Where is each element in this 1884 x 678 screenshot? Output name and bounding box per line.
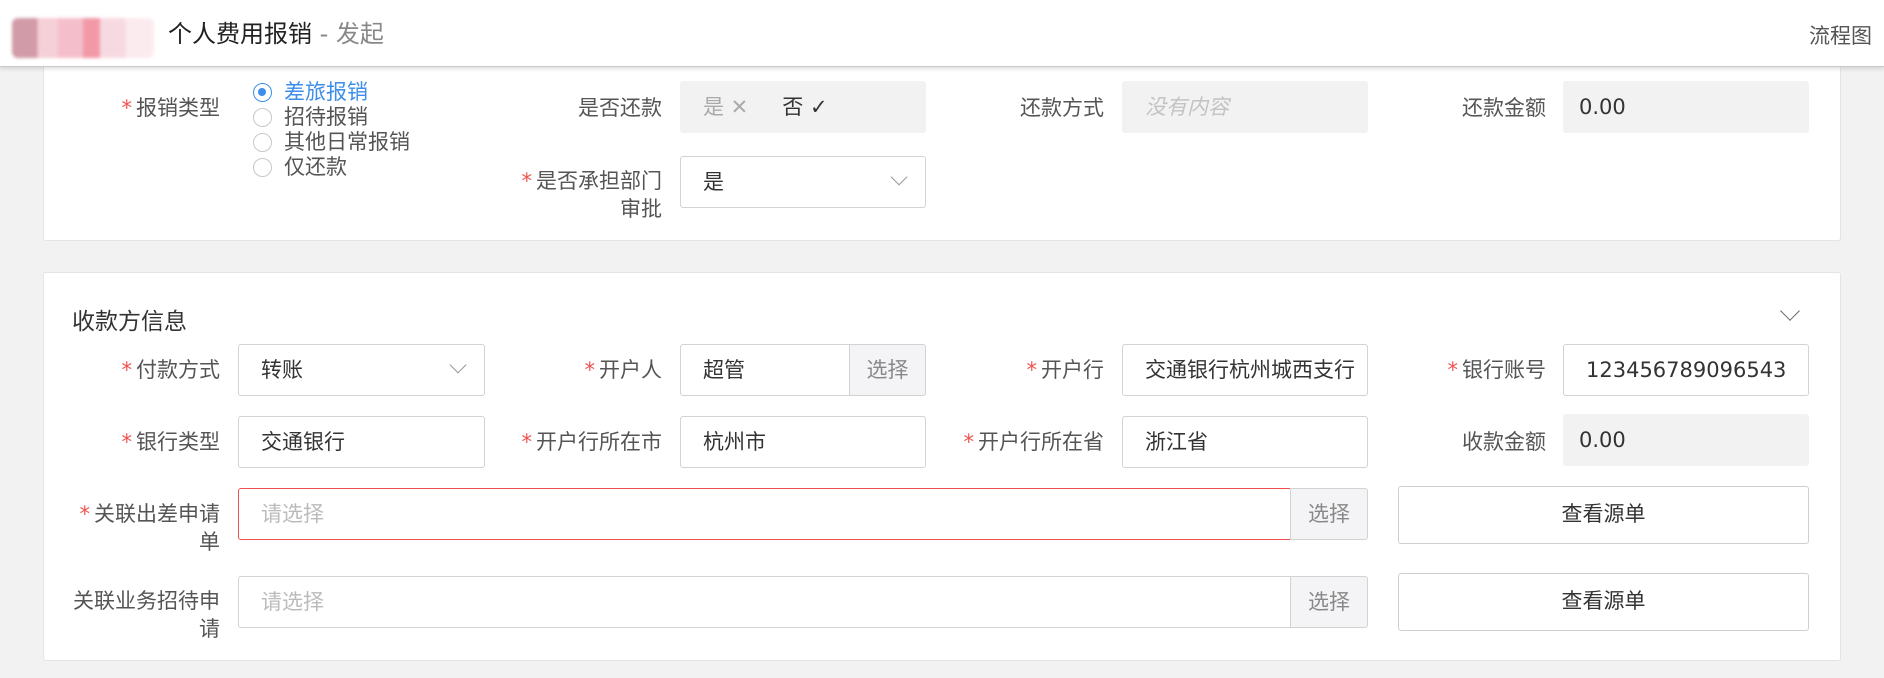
- bank-type-input[interactable]: 交通银行: [238, 416, 485, 468]
- chevron-down-icon: [449, 356, 467, 374]
- reimbursement-type-label: * 报销类型: [121, 96, 221, 120]
- page-title-sub: - 发起: [312, 20, 384, 48]
- bank-province-label: * 开户行所在省: [963, 430, 1105, 454]
- page-title: 个人费用报销 - 发起: [168, 18, 384, 50]
- trip-request-input[interactable]: 请选择: [238, 488, 1291, 540]
- bank-city-label: * 开户行所在市: [521, 430, 663, 454]
- flowchart-link[interactable]: 流程图: [1809, 20, 1872, 50]
- repay-toggle[interactable]: 是 ✕ 否 ✓: [680, 81, 926, 133]
- repay-method-placeholder: 没有内容: [1145, 95, 1229, 119]
- radio-travel[interactable]: 差旅报销: [253, 80, 368, 105]
- page-title-main: 个人费用报销: [168, 20, 312, 48]
- repay-yes-option[interactable]: 是 ✕: [703, 95, 748, 119]
- section-title: 收款方信息: [72, 309, 187, 335]
- repay-label: 是否还款: [578, 96, 662, 120]
- receive-amount-label: 收款金额: [1462, 430, 1546, 454]
- repay-method-field: 没有内容: [1122, 81, 1368, 133]
- receive-amount-field: 0.00: [1563, 414, 1809, 466]
- payment-method-select[interactable]: 转账: [238, 344, 485, 396]
- entertain-view-source-button[interactable]: 查看源单: [1398, 573, 1809, 631]
- repay-amount-label: 还款金额: [1462, 96, 1546, 120]
- account-holder-input[interactable]: 超管: [680, 344, 850, 396]
- trip-view-source-button[interactable]: 查看源单: [1398, 486, 1809, 544]
- repay-no-option[interactable]: 否 ✓: [782, 95, 827, 119]
- trip-request-label: * 关联出差申请 单: [79, 502, 221, 554]
- bank-city-input[interactable]: 杭州市: [680, 416, 926, 468]
- radio-circle: [253, 133, 272, 152]
- entertain-request-input[interactable]: 请选择: [238, 576, 1291, 628]
- radio-circle: [253, 158, 272, 177]
- logo: [12, 18, 154, 58]
- account-holder-select-button[interactable]: 选择: [849, 344, 926, 396]
- chevron-down-icon: [890, 168, 908, 186]
- radio-repay-only[interactable]: 仅还款: [253, 155, 347, 180]
- account-no-input[interactable]: 123456789096543: [1563, 344, 1809, 396]
- dept-approval-select[interactable]: 是: [680, 156, 926, 208]
- bank-label: * 开户行: [1026, 358, 1105, 382]
- entertain-request-select-button[interactable]: 选择: [1290, 576, 1368, 628]
- repay-amount-field: 0.00: [1563, 81, 1809, 133]
- account-no-label: * 银行账号: [1447, 358, 1547, 382]
- payment-method-label: * 付款方式: [121, 358, 221, 382]
- trip-request-select-button[interactable]: 选择: [1290, 488, 1368, 540]
- radio-circle: [253, 83, 272, 102]
- entertain-request-label: 关联业务招待申 请: [73, 589, 220, 641]
- dept-approval-label: * 是否承担部门 审批: [521, 169, 663, 221]
- bank-type-label: * 银行类型: [121, 430, 221, 454]
- bank-input[interactable]: 交通银行杭州城西支行: [1122, 344, 1368, 396]
- radio-entertain[interactable]: 招待报销: [253, 105, 368, 130]
- radio-circle: [253, 108, 272, 127]
- top-bar: 个人费用报销 - 发起 流程图: [0, 0, 1884, 67]
- radio-other-daily[interactable]: 其他日常报销: [253, 130, 410, 155]
- account-holder-label: * 开户人: [584, 358, 663, 382]
- bank-province-input[interactable]: 浙江省: [1122, 416, 1368, 468]
- repay-method-label: 还款方式: [1020, 96, 1104, 120]
